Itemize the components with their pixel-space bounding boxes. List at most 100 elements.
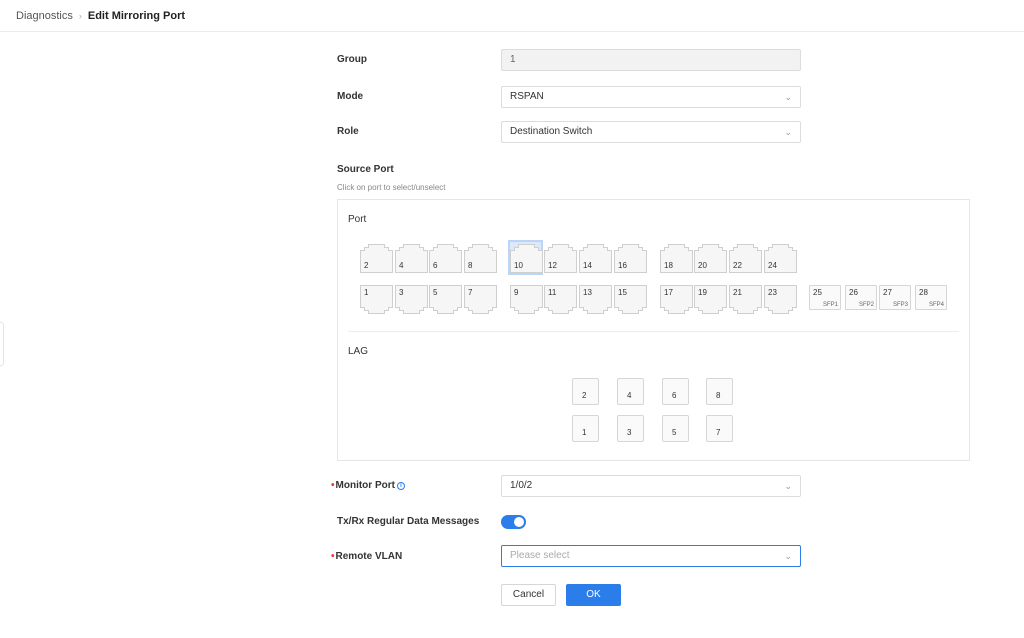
port-number: 21: [733, 288, 742, 297]
panel-divider: [348, 331, 959, 332]
lag-number: 2: [582, 391, 587, 400]
port-number: 16: [618, 261, 627, 270]
group-field: 1: [501, 49, 801, 71]
chevron-down-icon: ⌄: [784, 92, 792, 102]
role-select[interactable]: Destination Switch ⌄: [501, 121, 801, 143]
chevron-down-icon: ⌄: [784, 481, 792, 491]
chevron-down-icon: ⌄: [784, 551, 792, 561]
chevron-down-icon: ⌄: [784, 127, 792, 137]
sfp-port-27[interactable]: 27 SFP3: [879, 285, 911, 310]
sfp-port-26[interactable]: 26 SFP2: [845, 285, 877, 310]
monitor-port-value: 1/0/2: [510, 480, 533, 491]
group-value: 1: [510, 54, 516, 65]
monitor-port-label: •Monitor Port i: [331, 480, 405, 491]
sfp-port-25[interactable]: 25 SFP1: [809, 285, 841, 310]
port-number: 22: [733, 261, 742, 270]
port-6[interactable]: 6: [429, 244, 462, 273]
port-12[interactable]: 12: [544, 244, 577, 273]
port-20[interactable]: 20: [694, 244, 727, 273]
txrx-toggle[interactable]: [501, 515, 526, 529]
port-23[interactable]: 23: [764, 285, 797, 314]
sfp-port-28[interactable]: 28 SFP4: [915, 285, 947, 310]
sfp-port-number: 26: [849, 288, 858, 297]
port-number: 5: [433, 288, 438, 297]
port-number: 11: [548, 288, 557, 297]
lag-number: 7: [716, 428, 721, 437]
lag-2[interactable]: 2: [572, 378, 599, 405]
port-number: 3: [399, 288, 404, 297]
lag-number: 5: [672, 428, 677, 437]
port-14[interactable]: 14: [579, 244, 612, 273]
port-number: 2: [364, 261, 369, 270]
port-11[interactable]: 11: [544, 285, 577, 314]
port-17[interactable]: 17: [660, 285, 693, 314]
port-number: 9: [514, 288, 519, 297]
group-label: Group: [337, 54, 367, 65]
source-port-label: Source Port: [337, 164, 394, 175]
lag-6[interactable]: 6: [662, 378, 689, 405]
required-marker: •: [331, 551, 335, 562]
sfp-port-number: 25: [813, 288, 822, 297]
port-number: 7: [468, 288, 473, 297]
port-number: 15: [618, 288, 627, 297]
port-number: 10: [514, 261, 523, 270]
lag-number: 1: [582, 428, 587, 437]
monitor-port-select[interactable]: 1/0/2 ⌄: [501, 475, 801, 497]
port-22[interactable]: 22: [729, 244, 762, 273]
port-24[interactable]: 24: [764, 244, 797, 273]
port-section-title: Port: [348, 214, 367, 225]
port-19[interactable]: 19: [694, 285, 727, 314]
port-number: 6: [433, 261, 438, 270]
port-8[interactable]: 8: [464, 244, 497, 273]
port-number: 24: [768, 261, 777, 270]
port-number: 19: [698, 288, 707, 297]
txrx-label: Tx/Rx Regular Data Messages: [337, 516, 480, 527]
port-10[interactable]: 10: [508, 240, 543, 275]
port-9[interactable]: 9: [510, 285, 543, 314]
remote-vlan-select[interactable]: Please select ⌄: [501, 545, 801, 567]
lag-number: 8: [716, 391, 721, 400]
chevron-right-icon: ›: [78, 11, 82, 21]
port-5[interactable]: 5: [429, 285, 462, 314]
port-number: 17: [664, 288, 673, 297]
breadcrumb: Diagnostics › Edit Mirroring Port: [16, 10, 185, 22]
lag-number: 4: [627, 391, 632, 400]
toggle-knob: [514, 517, 524, 527]
lag-1[interactable]: 1: [572, 415, 599, 442]
port-number: 12: [548, 261, 557, 270]
role-label: Role: [337, 126, 359, 137]
port-number: 13: [583, 288, 592, 297]
port-1[interactable]: 1: [360, 285, 393, 314]
port-16[interactable]: 16: [614, 244, 647, 273]
port-18[interactable]: 18: [660, 244, 693, 273]
sidebar-collapse-handle[interactable]: [0, 322, 4, 366]
port-21[interactable]: 21: [729, 285, 762, 314]
port-2[interactable]: 2: [360, 244, 393, 273]
port-13[interactable]: 13: [579, 285, 612, 314]
breadcrumb-diagnostics-link[interactable]: Diagnostics: [16, 10, 73, 22]
remote-vlan-placeholder: Please select: [510, 550, 570, 561]
remote-vlan-label: •Remote VLAN: [331, 551, 403, 562]
port-3[interactable]: 3: [395, 285, 428, 314]
mode-select[interactable]: RSPAN ⌄: [501, 86, 801, 108]
cancel-button[interactable]: Cancel: [501, 584, 556, 606]
port-number: 20: [698, 261, 707, 270]
port-number: 23: [768, 288, 777, 297]
port-number: 8: [468, 261, 473, 270]
lag-5[interactable]: 5: [662, 415, 689, 442]
mode-label: Mode: [337, 91, 364, 102]
lag-8[interactable]: 8: [706, 378, 733, 405]
port-7[interactable]: 7: [464, 285, 497, 314]
lag-section-title: LAG: [348, 346, 369, 357]
lag-number: 3: [627, 428, 632, 437]
lag-number: 6: [672, 391, 677, 400]
info-icon[interactable]: i: [396, 482, 405, 490]
port-4[interactable]: 4: [395, 244, 428, 273]
lag-3[interactable]: 3: [617, 415, 644, 442]
ok-button[interactable]: OK: [566, 584, 621, 606]
role-value: Destination Switch: [510, 126, 593, 137]
lag-4[interactable]: 4: [617, 378, 644, 405]
lag-7[interactable]: 7: [706, 415, 733, 442]
port-15[interactable]: 15: [614, 285, 647, 314]
mode-value: RSPAN: [510, 91, 544, 102]
